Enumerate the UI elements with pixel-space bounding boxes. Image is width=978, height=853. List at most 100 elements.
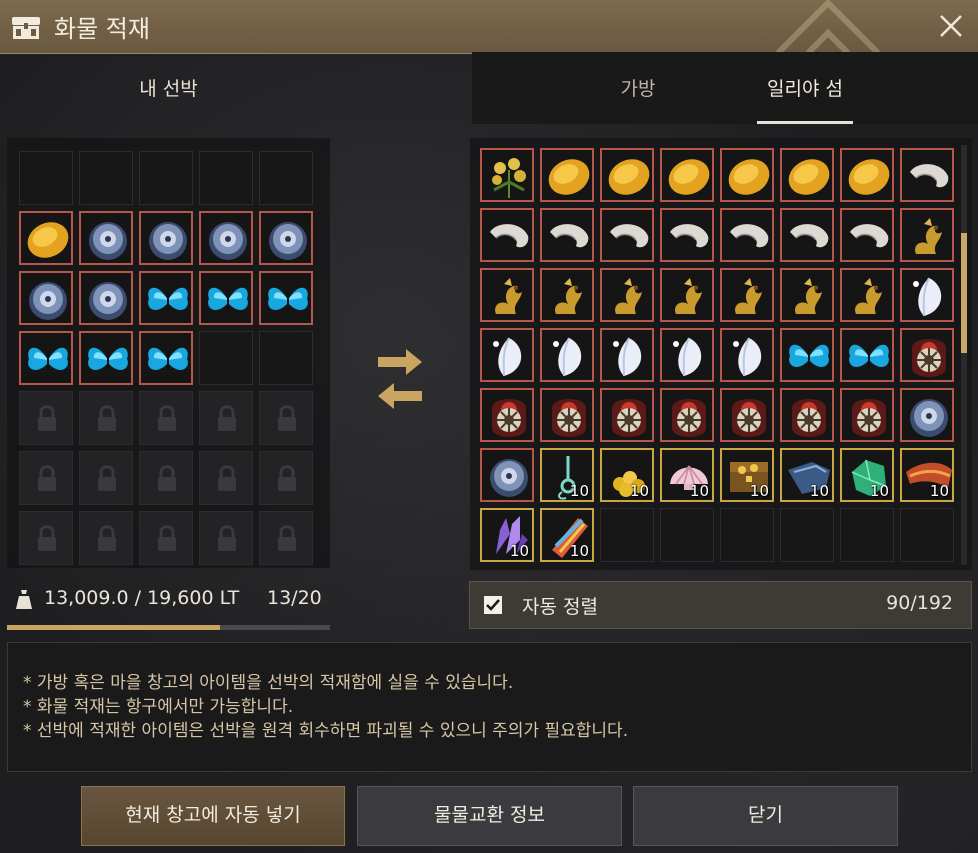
empty-slot[interactable] xyxy=(780,508,834,562)
locked-slot xyxy=(199,451,253,505)
close-icon[interactable] xyxy=(934,9,968,43)
locked-slot xyxy=(139,391,193,445)
empty-slot[interactable] xyxy=(660,508,714,562)
storage-slot[interactable] xyxy=(540,268,594,322)
storage-slot[interactable] xyxy=(720,388,774,442)
locked-slot xyxy=(199,391,253,445)
storage-slot[interactable]: 10 xyxy=(900,448,954,502)
storage-slot[interactable] xyxy=(840,268,894,322)
storage-slot[interactable] xyxy=(900,208,954,262)
storage-slot[interactable] xyxy=(660,388,714,442)
storage-slot[interactable] xyxy=(480,388,534,442)
inventory-slot[interactable] xyxy=(79,211,133,265)
storage-slot[interactable]: 10 xyxy=(540,508,594,562)
storage-slot[interactable] xyxy=(900,148,954,202)
storage-scrollbar[interactable] xyxy=(961,145,967,565)
storage-slot[interactable] xyxy=(900,388,954,442)
storage-slot[interactable]: 10 xyxy=(600,448,654,502)
storage-slot[interactable] xyxy=(540,148,594,202)
storage-slot[interactable]: 10 xyxy=(720,448,774,502)
inventory-slot[interactable] xyxy=(19,211,73,265)
ship-slot-count: 13/20 xyxy=(267,587,322,609)
empty-slot[interactable] xyxy=(840,508,894,562)
empty-slot[interactable] xyxy=(259,331,313,385)
tab-iliya-island[interactable]: 일리야 섬 xyxy=(757,62,853,124)
empty-slot[interactable] xyxy=(199,331,253,385)
item-count: 10 xyxy=(629,482,649,500)
storage-slot[interactable] xyxy=(840,208,894,262)
locked-slot xyxy=(19,451,73,505)
storage-slot[interactable] xyxy=(720,268,774,322)
storage-slot[interactable] xyxy=(600,388,654,442)
storage-slot[interactable] xyxy=(720,148,774,202)
note-line: * 선박에 적재한 아이템은 선박을 원격 회수하면 파괴될 수 있으니 주의가… xyxy=(23,721,629,741)
storage-slot[interactable] xyxy=(540,208,594,262)
storage-slot[interactable]: 10 xyxy=(780,448,834,502)
storage-slot[interactable] xyxy=(840,148,894,202)
storage-slot[interactable] xyxy=(540,388,594,442)
tab-bag[interactable]: 가방 xyxy=(598,62,678,124)
storage-slot[interactable]: 10 xyxy=(540,448,594,502)
inventory-slot[interactable] xyxy=(19,271,73,325)
inventory-slot[interactable] xyxy=(199,271,253,325)
inventory-slot[interactable] xyxy=(139,211,193,265)
empty-slot[interactable] xyxy=(139,151,193,205)
storage-slot[interactable] xyxy=(480,148,534,202)
inventory-slot[interactable] xyxy=(259,271,313,325)
inventory-slot[interactable] xyxy=(199,211,253,265)
storage-slot[interactable] xyxy=(600,148,654,202)
storage-slot[interactable] xyxy=(780,388,834,442)
storage-slot[interactable] xyxy=(660,268,714,322)
inventory-slot[interactable] xyxy=(259,211,313,265)
inventory-slot[interactable] xyxy=(19,331,73,385)
auto-sort-checkbox[interactable] xyxy=(484,596,502,614)
storage-slot[interactable]: 10 xyxy=(660,448,714,502)
empty-slot[interactable] xyxy=(720,508,774,562)
close-button[interactable]: 닫기 xyxy=(633,786,898,846)
inventory-slot[interactable] xyxy=(139,271,193,325)
item-count: 10 xyxy=(509,542,529,560)
storage-slot[interactable] xyxy=(780,208,834,262)
empty-slot[interactable] xyxy=(900,508,954,562)
storage-slot[interactable] xyxy=(600,208,654,262)
empty-slot[interactable] xyxy=(199,151,253,205)
storage-slot[interactable] xyxy=(480,328,534,382)
item-count: 10 xyxy=(569,542,589,560)
storage-slot[interactable] xyxy=(720,328,774,382)
weight-bag-icon xyxy=(16,590,32,609)
storage-slot[interactable] xyxy=(780,328,834,382)
storage-slot[interactable] xyxy=(840,388,894,442)
storage-slot[interactable] xyxy=(660,208,714,262)
storage-slot[interactable]: 10 xyxy=(840,448,894,502)
storage-slot[interactable] xyxy=(840,328,894,382)
storage-slot[interactable]: 10 xyxy=(480,508,534,562)
inventory-slot[interactable] xyxy=(79,271,133,325)
empty-slot[interactable] xyxy=(259,151,313,205)
locked-slot xyxy=(259,451,313,505)
storage-slot[interactable] xyxy=(780,268,834,322)
auto-load-button[interactable]: 현재 창고에 자동 넣기 xyxy=(81,786,345,846)
empty-slot[interactable] xyxy=(79,151,133,205)
storage-slot[interactable] xyxy=(600,268,654,322)
storage-slot[interactable] xyxy=(900,268,954,322)
storage-scrollbar-thumb[interactable] xyxy=(961,233,967,353)
inventory-slot[interactable] xyxy=(79,331,133,385)
storage-slot[interactable] xyxy=(540,328,594,382)
storage-slot[interactable] xyxy=(780,148,834,202)
storage-slot[interactable] xyxy=(600,328,654,382)
storage-slot[interactable] xyxy=(480,448,534,502)
storage-slot[interactable] xyxy=(480,268,534,322)
barter-info-button[interactable]: 물물교환 정보 xyxy=(357,786,622,846)
inventory-slot[interactable] xyxy=(139,331,193,385)
storage-slot[interactable] xyxy=(660,328,714,382)
transfer-arrows-icon[interactable] xyxy=(376,345,424,413)
title-bar[interactable]: 화물 적재 xyxy=(0,0,978,54)
storage-slot[interactable] xyxy=(480,208,534,262)
storage-slot[interactable] xyxy=(720,208,774,262)
locked-slot xyxy=(79,511,133,565)
storage-slot[interactable] xyxy=(900,328,954,382)
empty-slot[interactable] xyxy=(600,508,654,562)
empty-slot[interactable] xyxy=(19,151,73,205)
storage-slot[interactable] xyxy=(660,148,714,202)
locked-slot xyxy=(139,451,193,505)
